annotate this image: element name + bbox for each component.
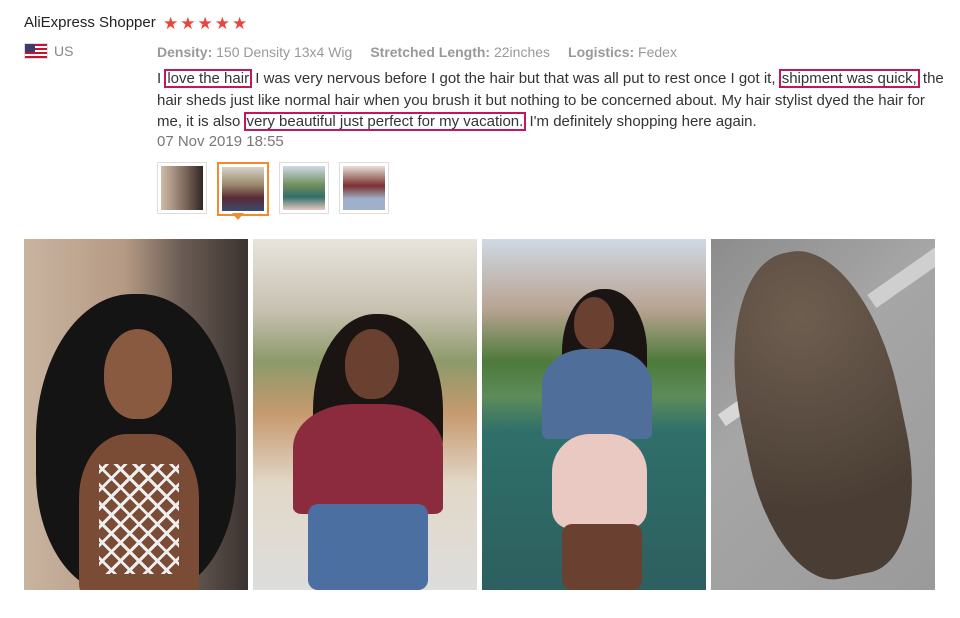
thumbnail-1[interactable] <box>157 162 207 214</box>
attribute-logistics: Logistics: Fedex <box>568 44 677 60</box>
product-attributes: Density: 150 Density 13x4 Wig Stretched … <box>157 44 677 60</box>
thumbnail-4[interactable] <box>339 162 389 214</box>
reviewer-country: US <box>24 43 73 59</box>
selected-thumbnail-caret <box>232 213 244 220</box>
star-icon: ★ <box>197 14 213 33</box>
star-icon: ★ <box>180 14 196 33</box>
review-date: 07 Nov 2019 18:55 <box>157 133 284 150</box>
country-code: US <box>54 43 74 59</box>
highlight-shipment-quick: shipment was quick, <box>778 69 920 88</box>
photo-4[interactable] <box>711 239 935 590</box>
thumbnail-2[interactable] <box>217 162 269 216</box>
reviewer-name: AliExpress Shopper <box>24 14 156 31</box>
attribute-density: Density: 150 Density 13x4 Wig <box>157 44 353 60</box>
star-icon: ★ <box>214 14 230 33</box>
us-flag-icon <box>24 43 48 59</box>
thumbnail-strip <box>157 162 389 216</box>
thumbnail-3[interactable] <box>279 162 329 214</box>
attribute-length: Stretched Length: 22inches <box>370 44 551 60</box>
highlight-love-the-hair: love the hair <box>164 69 253 88</box>
review-text: I love the hair I was very nervous befor… <box>157 69 944 131</box>
rating-stars: ★ ★ ★ ★ ★ <box>163 14 247 34</box>
photo-1[interactable] <box>24 239 248 590</box>
photo-3[interactable] <box>482 239 706 590</box>
highlight-beautiful-vacation: very beautiful just perfect for my vacat… <box>243 112 527 131</box>
photo-2[interactable] <box>253 239 477 590</box>
star-icon: ★ <box>163 14 179 33</box>
photo-gallery <box>24 239 935 590</box>
star-icon: ★ <box>232 14 248 33</box>
